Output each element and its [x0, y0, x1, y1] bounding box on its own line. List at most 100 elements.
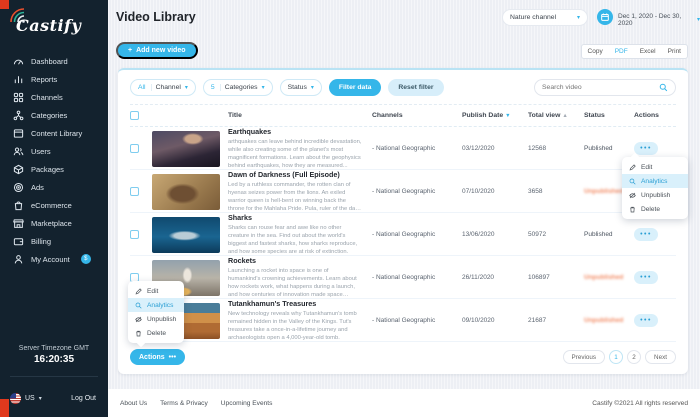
add-new-video-button[interactable]: + Add new video [116, 42, 198, 59]
sidebar-item-reports[interactable]: Reports [0, 70, 108, 88]
search-box [534, 79, 676, 96]
export-pdf-button[interactable]: PDF [609, 48, 634, 55]
card-bottom-bar: Actions ••• Previous 1 2 Next [130, 349, 676, 365]
col-publish-date[interactable]: Publish Date ▼ [462, 112, 528, 119]
sidebar-item-my-account[interactable]: My Account $ [0, 250, 108, 268]
menu-item-unpublish[interactable]: Unpublish [128, 312, 184, 326]
menu-item-edit[interactable]: Edit [622, 160, 688, 174]
date-range-picker[interactable]: Dec 1, 2020 - Dec 30, 2020 ▾ [618, 13, 700, 27]
sidebar-item-ads[interactable]: Ads [0, 178, 108, 196]
export-copy-button[interactable]: Copy [582, 48, 609, 55]
video-table: Title Channels Publish Date ▼ Total view ▲… [130, 105, 676, 342]
magnifier-icon [629, 178, 636, 185]
row-actions-button[interactable]: ••• [634, 271, 658, 285]
eye-off-icon [629, 192, 636, 199]
page-title: Video Library [116, 10, 196, 24]
sidebar-item-channels[interactable]: Channels [0, 88, 108, 106]
pagination-previous[interactable]: Previous [562, 350, 606, 364]
sidebar-item-users[interactable]: Users [0, 142, 108, 160]
menu-item-analytics[interactable]: Analytics [622, 174, 688, 188]
calendar-button[interactable] [597, 9, 613, 25]
footer-link-terms[interactable]: Terms & Privacy [160, 400, 208, 407]
logo-wordmark: Castify [16, 16, 82, 35]
status-label: Published [584, 145, 613, 153]
trash-icon [629, 206, 636, 213]
magnifier-icon [135, 302, 142, 309]
row-checkbox[interactable] [130, 144, 139, 154]
export-print-button[interactable]: Print [662, 48, 687, 55]
pagination-page-2[interactable]: 2 [627, 350, 642, 364]
video-library-card: All Channel ▾ 5 Categories ▾ Status ▾ Fi… [118, 68, 688, 374]
sidebar-item-dashboard[interactable]: Dashboard [0, 52, 108, 70]
row-actions-menu: Edit Analytics Unpublish Delete [622, 157, 688, 219]
server-timezone: Server Timezone GMT 16:20:35 [0, 345, 108, 365]
sidebar-item-packages[interactable]: Packages [0, 160, 108, 178]
red-corner-artifact-top [0, 0, 9, 9]
status-filter-dropdown[interactable]: Status ▾ [279, 79, 322, 96]
col-title[interactable]: Title [228, 112, 372, 119]
pagination-next[interactable]: Next [645, 350, 676, 364]
categories-filter-dropdown[interactable]: 5 Categories ▾ [202, 79, 273, 96]
total-views: 3658 [528, 188, 543, 196]
account-badge: $ [80, 254, 91, 264]
sidebar-item-label: Billing [31, 236, 52, 246]
pencil-icon [135, 287, 142, 295]
row-actions-button[interactable]: ••• [634, 228, 658, 242]
pagination-page-1[interactable]: 1 [609, 350, 624, 364]
calendar-icon [601, 13, 609, 21]
publish-date: 13/06/2020 [462, 231, 495, 239]
date-range-value: Dec 1, 2020 - Dec 30, 2020 [618, 13, 682, 27]
total-views: 50972 [528, 231, 547, 239]
logout-button[interactable]: Log Out [71, 395, 96, 402]
categories-filter-count: 5 [211, 84, 221, 91]
castify-logo[interactable]: Castify [8, 6, 104, 44]
menu-item-unpublish[interactable]: Unpublish [622, 188, 688, 202]
footer-link-events[interactable]: Upcoming Events [221, 400, 273, 407]
row-checkbox[interactable] [130, 187, 139, 197]
export-excel-button[interactable]: Excel [634, 48, 662, 55]
menu-item-delete[interactable]: Delete [128, 326, 184, 340]
locale-select[interactable]: US [25, 395, 35, 402]
row-actions-button[interactable]: ••• [634, 142, 658, 156]
locale-row: US ▾ Log Out [10, 393, 96, 404]
sidebar-item-categories[interactable]: Categories [0, 106, 108, 124]
video-channel: - National Geographic [372, 145, 436, 153]
menu-item-analytics[interactable]: Analytics [128, 298, 184, 312]
search-input[interactable] [542, 84, 654, 91]
sidebar-item-marketplace[interactable]: Marketplace [0, 214, 108, 232]
reset-filter-button[interactable]: Reset filter [388, 79, 444, 96]
menu-item-delete[interactable]: Delete [622, 202, 688, 216]
col-total-view[interactable]: Total view ▲ [528, 112, 584, 119]
sidebar-item-content-library[interactable]: Content Library [0, 124, 108, 142]
folder-icon [13, 128, 24, 139]
volcano-thumbnail [152, 130, 220, 167]
sidebar-item-label: Categories [31, 110, 68, 120]
sidebar-item-label: Channels [31, 92, 63, 102]
export-group: Copy PDF Excel Print [580, 44, 688, 59]
search-icon[interactable] [659, 83, 668, 92]
select-all-checkbox[interactable] [130, 111, 139, 120]
server-time: 16:20:35 [33, 354, 75, 365]
footer-link-about[interactable]: About Us [120, 400, 147, 407]
status-label-obscured: Unpublished [584, 317, 624, 325]
dots-icon: ••• [168, 353, 177, 361]
col-channels[interactable]: Channels [372, 112, 462, 119]
package-icon [13, 164, 24, 175]
sidebar-item-billing[interactable]: Billing [0, 232, 108, 250]
filter-bar: All Channel ▾ 5 Categories ▾ Status ▾ Fi… [130, 79, 676, 105]
channel-select-value: Nature channel [510, 14, 557, 21]
bulk-actions-button[interactable]: Actions ••• [130, 349, 186, 365]
col-status[interactable]: Status [584, 112, 634, 119]
wallet-icon [13, 236, 24, 247]
row-actions-button[interactable]: ••• [634, 314, 658, 328]
hyena-thumbnail [152, 173, 220, 210]
row-checkbox[interactable] [130, 230, 139, 240]
sidebar-item-label: Marketplace [31, 218, 72, 228]
sidebar-item-ecommerce[interactable]: eCommerce [0, 196, 108, 214]
channel-select-dropdown[interactable]: Nature channel ▾ [502, 9, 588, 26]
filter-data-button[interactable]: Filter data [328, 79, 382, 96]
menu-item-edit[interactable]: Edit [128, 284, 184, 298]
sidebar-item-label: Users [31, 146, 51, 156]
bar-chart-icon [13, 74, 24, 85]
channel-filter-dropdown[interactable]: All Channel ▾ [130, 79, 196, 96]
